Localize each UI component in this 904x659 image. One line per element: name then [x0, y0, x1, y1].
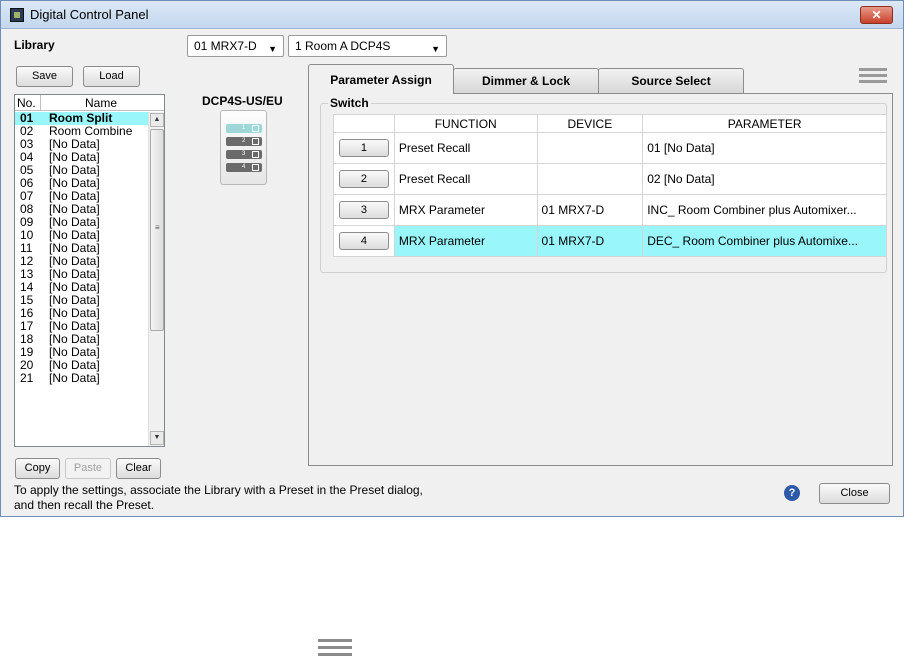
- led-icon: [252, 164, 259, 171]
- table-row[interactable]: 3 MRX Parameter 01 MRX7-D INC_ Room Combine…: [333, 194, 887, 226]
- load-button[interactable]: Load: [83, 66, 140, 87]
- column-header-parameter: PARAMETER: [642, 114, 887, 133]
- column-header-function: FUNCTION: [393, 114, 538, 133]
- led-icon: [252, 138, 259, 145]
- device-switch-number: 4: [242, 164, 246, 170]
- device-switch-2[interactable]: 2: [226, 137, 262, 146]
- table-row[interactable]: 4 MRX Parameter 01 MRX7-D DEC_ Room Combine…: [333, 225, 887, 257]
- help-icon[interactable]: ?: [784, 485, 800, 501]
- library-label: Library: [14, 38, 55, 52]
- column-divider[interactable]: [40, 95, 41, 111]
- tab-dimmer-lock[interactable]: Dimmer & Lock: [453, 68, 599, 93]
- tab-source-select[interactable]: Source Select: [598, 68, 744, 93]
- device-switch-3[interactable]: 3: [226, 150, 262, 159]
- library-list-header: No. Name: [15, 95, 164, 111]
- function-cell[interactable]: MRX Parameter: [393, 194, 538, 226]
- switch-group-label: Switch: [328, 96, 371, 110]
- info-text-line-2: and then recall the Preset.: [14, 498, 155, 512]
- scroll-thumb[interactable]: ≡: [150, 129, 164, 331]
- room-select[interactable]: 1 Room A DCP4S ▼: [288, 35, 447, 57]
- library-list[interactable]: No. Name 01 Room Split 02 Room Combine 03 [No…: [14, 94, 165, 447]
- switch-group: Switch FUNCTION DEVICE PARAMETER 1 Preset…: [320, 96, 887, 273]
- library-item-number: 21: [20, 371, 34, 385]
- led-icon: [252, 125, 259, 132]
- device-switch-number: 1: [242, 125, 246, 131]
- device-switch-1[interactable]: 1: [226, 124, 262, 133]
- switch-1-button[interactable]: 1: [338, 139, 389, 157]
- switch-number-cell: 2: [333, 163, 395, 195]
- parameter-cell[interactable]: INC_ Room Combiner plus Automixer...: [642, 194, 887, 226]
- parameter-assign-panel: Switch FUNCTION DEVICE PARAMETER 1 Preset…: [308, 93, 893, 466]
- switch-number-cell: 1: [333, 132, 395, 164]
- device-switch-4[interactable]: 4: [226, 163, 262, 172]
- parameter-cell[interactable]: 02 [No Data]: [642, 163, 887, 195]
- table-row[interactable]: 1 Preset Recall 01 [No Data]: [333, 132, 887, 164]
- close-button[interactable]: Close: [819, 483, 890, 504]
- function-cell[interactable]: Preset Recall: [393, 163, 538, 195]
- scroll-down-arrow-icon[interactable]: ▼: [150, 431, 164, 445]
- paste-button[interactable]: Paste: [65, 458, 111, 479]
- column-header-name[interactable]: Name: [85, 96, 117, 110]
- device-cell[interactable]: 01 MRX7-D: [536, 194, 644, 226]
- library-scrollbar[interactable]: ▲ ≡ ▼: [148, 112, 164, 446]
- chevron-down-icon: ▼: [431, 44, 440, 54]
- switch-assign-table: FUNCTION DEVICE PARAMETER 1 Preset Recall…: [333, 114, 887, 257]
- room-select-value: 1 Room A DCP4S: [295, 39, 391, 53]
- parameter-cell[interactable]: DEC_ Room Combiner plus Automixe...: [642, 225, 887, 257]
- parameter-cell[interactable]: 01 [No Data]: [642, 132, 887, 164]
- switch-number-cell: 4: [333, 225, 395, 257]
- window-title: Digital Control Panel: [30, 7, 149, 22]
- title-bar[interactable]: Digital Control Panel ✕: [1, 1, 903, 29]
- column-header-number: [333, 114, 395, 133]
- info-text-line-1: To apply the settings, associate the Lib…: [14, 483, 423, 497]
- tab-parameter-assign[interactable]: Parameter Assign: [308, 64, 454, 94]
- window-close-button[interactable]: ✕: [860, 6, 893, 24]
- library-item-name: [No Data]: [49, 371, 100, 385]
- switch-2-button[interactable]: 2: [338, 170, 389, 188]
- app-icon: [10, 8, 24, 22]
- column-header-no[interactable]: No.: [17, 96, 36, 110]
- device-switch-number: 2: [242, 138, 246, 144]
- digital-control-panel-window: Digital Control Panel ✕ Library 01 MRX7-…: [0, 0, 904, 517]
- device-cell[interactable]: [536, 163, 644, 195]
- device-illustration[interactable]: 1 2 3 4: [220, 110, 267, 185]
- grip-icon: ≡: [155, 223, 160, 232]
- table-row[interactable]: 2 Preset Recall 02 [No Data]: [333, 163, 887, 195]
- led-icon: [252, 151, 259, 158]
- hamburger-menu-icon[interactable]: [859, 68, 887, 83]
- clear-button[interactable]: Clear: [116, 458, 161, 479]
- info-text: To apply the settings, associate the Lib…: [14, 483, 423, 513]
- save-button[interactable]: Save: [16, 66, 73, 87]
- device-model-label: DCP4S-US/EU: [202, 94, 283, 108]
- library-rows: 01 Room Split 02 Room Combine 03 [No Data] 04[…: [15, 112, 148, 385]
- table-header-row: FUNCTION DEVICE PARAMETER: [333, 114, 887, 133]
- mrx-device-select-value: 01 MRX7-D: [194, 39, 257, 53]
- device-cell[interactable]: 01 MRX7-D: [536, 225, 644, 257]
- copy-button[interactable]: Copy: [15, 458, 60, 479]
- library-list-item[interactable]: 21 [No Data]: [15, 372, 148, 385]
- column-header-device: DEVICE: [536, 114, 644, 133]
- switch-4-button[interactable]: 4: [338, 232, 389, 250]
- chevron-down-icon: ▼: [268, 44, 277, 54]
- function-cell[interactable]: Preset Recall: [393, 132, 538, 164]
- device-switch-number: 3: [242, 151, 246, 157]
- function-cell[interactable]: MRX Parameter: [393, 225, 538, 257]
- scroll-up-arrow-icon[interactable]: ▲: [150, 113, 164, 127]
- hamburger-menu-icon: [318, 639, 352, 657]
- switch-number-cell: 3: [333, 194, 395, 226]
- device-cell[interactable]: [536, 132, 644, 164]
- switch-3-button[interactable]: 3: [338, 201, 389, 219]
- mrx-device-select[interactable]: 01 MRX7-D ▼: [187, 35, 284, 57]
